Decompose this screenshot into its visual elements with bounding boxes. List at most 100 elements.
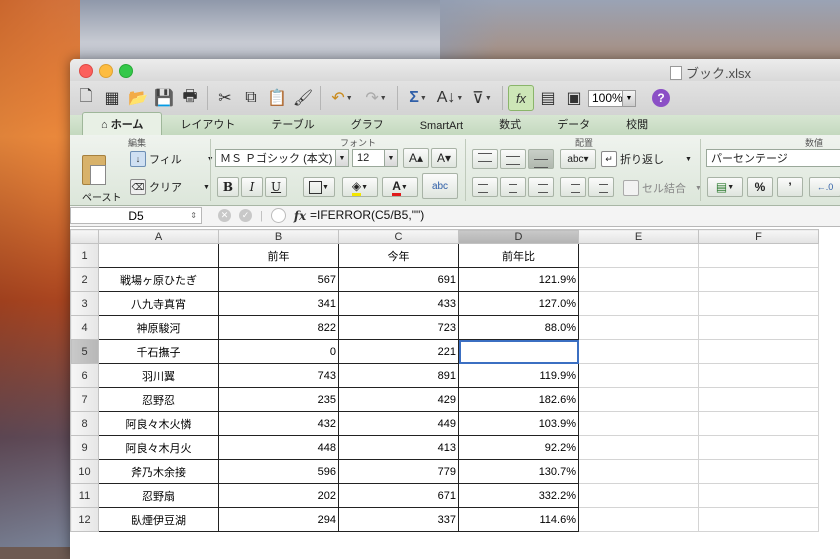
cell[interactable] bbox=[698, 459, 819, 484]
text-styles-button[interactable]: abc bbox=[422, 173, 458, 199]
number-format-select[interactable]: パーセンテージ bbox=[706, 149, 840, 167]
cell[interactable]: 723 bbox=[338, 315, 459, 340]
orientation-button[interactable]: abc▾ bbox=[560, 149, 596, 169]
underline-button[interactable]: U bbox=[265, 177, 287, 197]
help-icon[interactable]: ? bbox=[652, 89, 670, 107]
cell[interactable] bbox=[98, 243, 219, 268]
cell[interactable]: 0 bbox=[218, 339, 339, 364]
name-box[interactable]: D5 ⇕ bbox=[70, 207, 202, 224]
row-header[interactable]: 2 bbox=[70, 267, 99, 292]
cell[interactable]: 235 bbox=[218, 387, 339, 412]
cell[interactable]: 891 bbox=[338, 363, 459, 388]
insert-function-icon[interactable]: fx bbox=[294, 209, 306, 223]
cell[interactable] bbox=[698, 507, 819, 532]
format-painter-icon[interactable]: 🖌 bbox=[291, 86, 315, 110]
print-icon[interactable]: 🖶 bbox=[178, 86, 202, 110]
cell[interactable]: 221 bbox=[338, 339, 459, 364]
tab-home[interactable]: ⌂ ホーム bbox=[82, 112, 163, 135]
increase-font-size-icon[interactable]: A▴ bbox=[403, 148, 429, 168]
cell[interactable] bbox=[698, 387, 819, 412]
cell[interactable] bbox=[698, 243, 819, 268]
row-header[interactable]: 5 bbox=[70, 339, 99, 364]
template-gallery-icon[interactable]: ▦ bbox=[100, 86, 124, 110]
tab-smartart[interactable]: SmartArt bbox=[402, 117, 481, 135]
cell[interactable] bbox=[698, 435, 819, 460]
font-size-select[interactable]: 12 ▼ bbox=[352, 149, 398, 167]
cell[interactable]: 429 bbox=[338, 387, 459, 412]
cell[interactable]: 130.7% bbox=[458, 459, 579, 484]
cell[interactable]: 332.2% bbox=[458, 483, 579, 508]
cell[interactable] bbox=[578, 507, 699, 532]
column-header-d[interactable]: D bbox=[458, 229, 579, 244]
cell[interactable]: 121.9% bbox=[458, 267, 579, 292]
cell[interactable]: 691 bbox=[338, 267, 459, 292]
cell[interactable] bbox=[578, 387, 699, 412]
cell[interactable]: 119.9% bbox=[458, 363, 579, 388]
cell[interactable]: 今年 bbox=[338, 243, 459, 268]
align-middle-button[interactable] bbox=[500, 149, 526, 169]
cell[interactable] bbox=[698, 411, 819, 436]
cell[interactable] bbox=[698, 483, 819, 508]
save-icon[interactable]: 💾 bbox=[152, 86, 176, 110]
tab-data[interactable]: データ bbox=[539, 113, 608, 135]
cell[interactable]: 忍野扇 bbox=[98, 483, 219, 508]
cell[interactable]: 斧乃木余接 bbox=[98, 459, 219, 484]
cell[interactable]: 千石撫子 bbox=[98, 339, 219, 364]
merge-cells-button[interactable]: セル結合 ▼ bbox=[623, 180, 702, 196]
cell[interactable]: 臥煙伊豆湖 bbox=[98, 507, 219, 532]
active-cell[interactable] bbox=[458, 339, 579, 364]
select-all-corner[interactable] bbox=[70, 229, 99, 244]
cell[interactable]: 743 bbox=[218, 363, 339, 388]
increase-decimal-icon[interactable]: ←.0 bbox=[809, 177, 840, 197]
bold-button[interactable]: B bbox=[217, 177, 239, 197]
tab-review[interactable]: 校閲 bbox=[608, 113, 666, 135]
row-header[interactable]: 8 bbox=[70, 411, 99, 436]
cell[interactable]: 八九寺真宵 bbox=[98, 291, 219, 316]
minimize-window-button[interactable] bbox=[99, 64, 113, 78]
redo-icon[interactable]: ↷ ▼ bbox=[360, 86, 392, 110]
row-header[interactable]: 1 bbox=[70, 243, 99, 268]
cell[interactable]: 433 bbox=[338, 291, 459, 316]
cell[interactable]: 127.0% bbox=[458, 291, 579, 316]
row-header[interactable]: 3 bbox=[70, 291, 99, 316]
font-name-select[interactable]: ＭＳ Ｐゴシック (本文) ▼ bbox=[215, 149, 349, 167]
column-header-a[interactable]: A bbox=[98, 229, 219, 244]
cell[interactable]: 202 bbox=[218, 483, 339, 508]
row-header[interactable]: 11 bbox=[70, 483, 99, 508]
confirm-icon[interactable]: ✓ bbox=[239, 209, 252, 222]
cell[interactable]: 神原駿河 bbox=[98, 315, 219, 340]
cell[interactable] bbox=[698, 339, 819, 364]
cell[interactable]: 114.6% bbox=[458, 507, 579, 532]
cell[interactable]: 671 bbox=[338, 483, 459, 508]
row-header[interactable]: 9 bbox=[70, 435, 99, 460]
zoom-select[interactable]: 100% ▼ bbox=[588, 89, 636, 107]
comma-style-button[interactable]: ’ bbox=[777, 177, 803, 197]
cell[interactable] bbox=[578, 411, 699, 436]
cell[interactable]: 596 bbox=[218, 459, 339, 484]
column-header-b[interactable]: B bbox=[218, 229, 339, 244]
increase-indent-button[interactable] bbox=[588, 177, 614, 197]
cell[interactable]: 戦場ヶ原ひたぎ bbox=[98, 267, 219, 292]
cell[interactable]: 羽川翼 bbox=[98, 363, 219, 388]
cell[interactable]: 前年 bbox=[218, 243, 339, 268]
cell[interactable]: 448 bbox=[218, 435, 339, 460]
filter-icon[interactable]: ⊽ ▼ bbox=[467, 86, 497, 110]
toggle-icon[interactable] bbox=[270, 208, 286, 223]
tab-layout[interactable]: レイアウト bbox=[162, 113, 253, 135]
formula-input[interactable]: =IFERROR(C5/B5,"") bbox=[310, 208, 424, 222]
cell[interactable] bbox=[578, 483, 699, 508]
cut-icon[interactable]: ✂ bbox=[213, 86, 237, 110]
cell[interactable] bbox=[578, 339, 699, 364]
align-right-button[interactable] bbox=[528, 177, 554, 197]
formula-builder-icon[interactable]: fx bbox=[508, 85, 534, 111]
cell[interactable]: 182.6% bbox=[458, 387, 579, 412]
paste-icon[interactable]: 📋 bbox=[265, 86, 289, 110]
align-bottom-button[interactable] bbox=[528, 149, 554, 169]
column-header-e[interactable]: E bbox=[578, 229, 699, 244]
row-header[interactable]: 4 bbox=[70, 315, 99, 340]
cell[interactable]: 忍野忍 bbox=[98, 387, 219, 412]
cell[interactable]: 前年比 bbox=[458, 243, 579, 268]
cell[interactable] bbox=[578, 435, 699, 460]
cell[interactable]: 阿良々木火憐 bbox=[98, 411, 219, 436]
tab-formulas[interactable]: 数式 bbox=[481, 113, 539, 135]
